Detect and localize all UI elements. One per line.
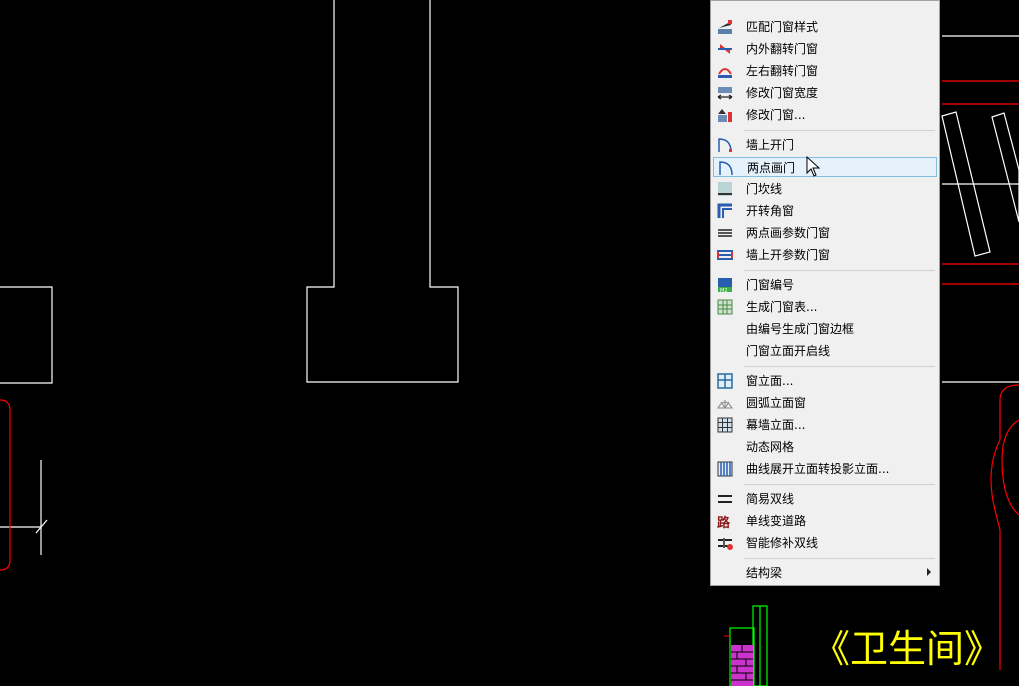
menu-item-label: 圆弧立面窗: [746, 396, 807, 410]
menu-item-arc-window[interactable]: 圆弧立面窗: [713, 393, 937, 413]
menu-item-corner-window[interactable]: 开转角窗: [713, 201, 937, 221]
menu-item-label: 生成门窗表...: [746, 300, 818, 314]
door-wall-icon: [718, 138, 732, 153]
flip-lr-icon: [718, 68, 732, 78]
corner-window-icon: [717, 203, 732, 218]
door-two-point-icon: [719, 161, 733, 176]
param-window-icon: [718, 229, 732, 237]
menu-item-table[interactable]: 生成门窗表...: [713, 297, 937, 317]
menu-item-label: 单线变道路: [746, 514, 807, 528]
menu-item-label: 修改门窗宽度: [746, 86, 819, 100]
menu-separator: [744, 558, 935, 559]
double-line-icon: [718, 495, 732, 503]
menu-item-curtain-wall[interactable]: 幕墙立面...: [713, 415, 937, 435]
menu-item-sill[interactable]: 门坎线: [713, 179, 937, 199]
svg-text:M2: M2: [720, 288, 728, 293]
match-style-icon: [718, 20, 732, 34]
menu-item-label: 左右翻转门窗: [746, 64, 819, 78]
menu-item-flip-lr[interactable]: 左右翻转门窗: [713, 61, 937, 81]
menu-item-curve-unfold[interactable]: 曲线展开立面转投影立面...: [713, 459, 937, 479]
context-menu[interactable]: 匹配门窗样式 内外翻转门窗 左右翻转门窗 修改门窗宽度 修改门窗... 墙上开门…: [710, 0, 940, 586]
number-icon: M2: [718, 278, 732, 293]
menu-item-label: 墙上开参数门窗: [746, 248, 831, 262]
menu-item-width[interactable]: 修改门窗宽度: [713, 83, 937, 103]
wall-outline-left: [0, 286, 53, 384]
menu-separator: [744, 270, 935, 271]
menu-item-label: 开转角窗: [746, 204, 795, 218]
menu-item-dynamic-grid[interactable]: 动态网格: [713, 437, 937, 457]
red-boundary: [0, 399, 11, 571]
curve-unfold-icon: [717, 461, 733, 477]
flip-inout-icon: [718, 44, 732, 54]
road-icon: 路: [717, 515, 731, 529]
menu-item-label: 曲线展开立面转投影立面...: [746, 462, 890, 476]
menu-item-param-window[interactable]: 两点画参数门窗: [713, 223, 937, 243]
menu-item-label: 幕墙立面...: [746, 418, 806, 432]
menu-item-repair[interactable]: 智能修补双线: [713, 533, 937, 553]
menu-item-label: 墙上开门: [746, 138, 795, 152]
room-title: 《卫生间》: [812, 627, 1003, 671]
menu-item-label: 修改门窗...: [746, 108, 806, 122]
menu-separator: [744, 130, 935, 131]
menu-item-label: 匹配门窗样式: [746, 20, 819, 34]
menu-item-elevation-open-line[interactable]: 门窗立面开启线: [713, 341, 937, 361]
arc-window-icon: [717, 400, 733, 409]
param-wall-icon: [717, 250, 733, 260]
menu-item-match-style[interactable]: 匹配门窗样式: [713, 17, 937, 37]
red-fixture: [1001, 419, 1019, 516]
menu-item-label: 两点画参数门窗: [746, 226, 831, 240]
menu-item-label: 门坎线: [746, 182, 783, 196]
submenu-arrow-icon: [927, 568, 931, 576]
menu-item-label: 动态网格: [746, 440, 795, 454]
sill-icon: [718, 182, 732, 196]
menu-item-param-wall[interactable]: 墙上开参数门窗: [713, 245, 937, 265]
width-icon: [717, 87, 733, 100]
menu-item-double-line[interactable]: 简易双线: [713, 489, 937, 509]
menu-item-label: 简易双线: [746, 492, 795, 506]
hatch-panel: [991, 112, 1019, 223]
menu-item-structural-beam[interactable]: 结构梁: [713, 563, 937, 583]
menu-item-label: 窗立面...: [746, 374, 794, 388]
mouse-pointer-icon: [806, 156, 821, 177]
menu-item-road[interactable]: 路 单线变道路: [713, 511, 937, 531]
menu-item-modify[interactable]: 修改门窗...: [713, 105, 937, 125]
window-elevation-icon: [717, 373, 733, 389]
curtain-wall-icon: [717, 417, 733, 433]
menu-item-label: 门窗编号: [746, 278, 795, 292]
menu-separator: [744, 484, 935, 485]
menu-item-number[interactable]: M2 门窗编号: [713, 275, 937, 295]
menu-item-flip-inout[interactable]: 内外翻转门窗: [713, 39, 937, 59]
menu-item-label: 结构梁: [746, 566, 783, 580]
svg-text:路: 路: [717, 515, 731, 529]
wall-outline-center: [306, 0, 459, 383]
menu-item-label: 门窗立面开启线: [746, 344, 831, 358]
menu-item-door-two-point[interactable]: 两点画门: [713, 157, 937, 177]
menu-item-window-elevation[interactable]: 窗立面...: [713, 371, 937, 391]
menu-item-frame-from-number[interactable]: 由编号生成门窗边框: [713, 319, 937, 339]
menu-item-label: 内外翻转门窗: [746, 42, 819, 56]
modify-icon: [718, 109, 732, 122]
menu-item-label: 两点画门: [747, 161, 796, 175]
menu-item-door-wall[interactable]: 墙上开门: [713, 135, 937, 155]
menu-separator: [744, 366, 935, 367]
menu-item-label: 智能修补双线: [746, 536, 819, 550]
table-icon: [717, 299, 733, 315]
menu-item-label: 由编号生成门窗边框: [746, 322, 855, 336]
repair-icon: [718, 538, 733, 550]
